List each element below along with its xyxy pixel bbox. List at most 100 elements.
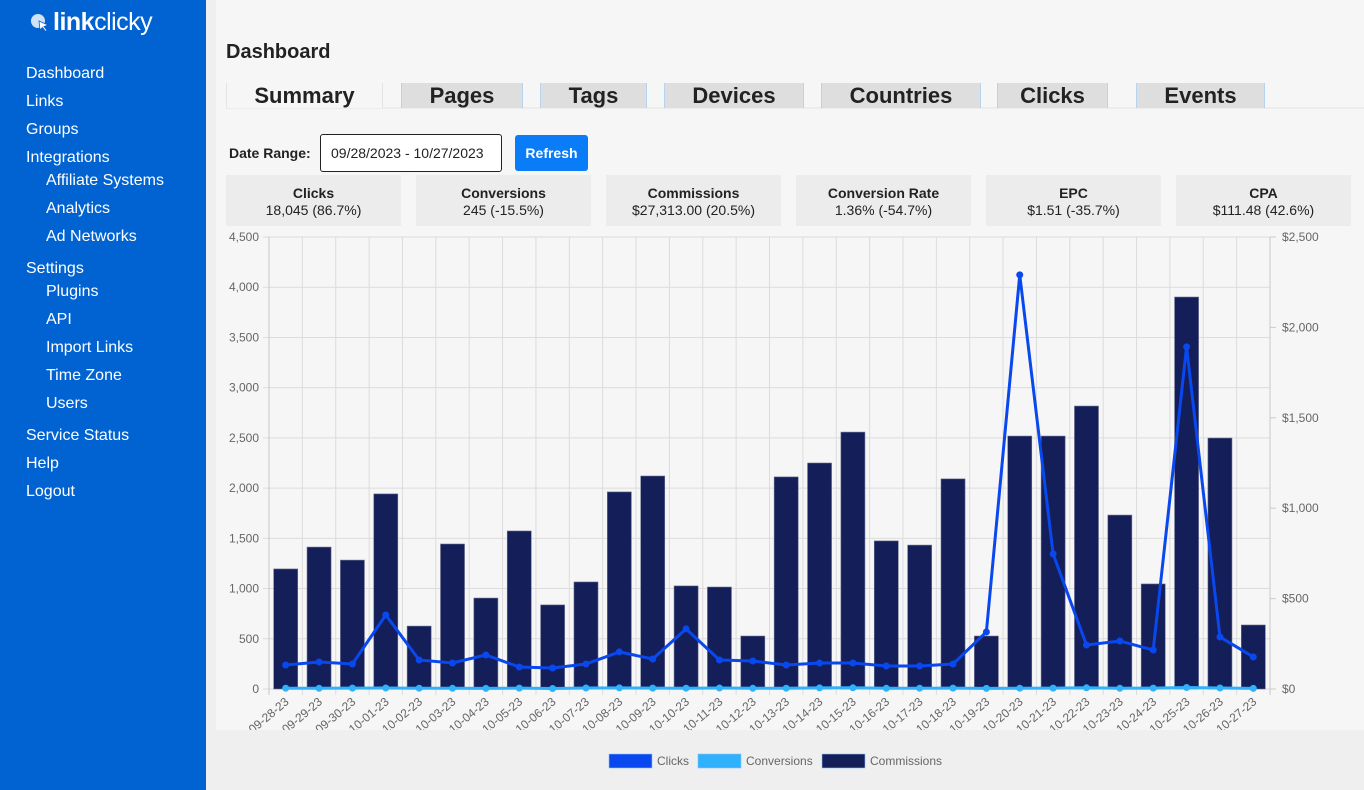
clicks-point xyxy=(1216,633,1224,641)
logo-text-regular: clicky xyxy=(94,8,153,36)
conversions-point xyxy=(949,684,957,692)
clicks-point xyxy=(782,661,790,669)
clicks-point xyxy=(1116,637,1124,645)
tab-devices[interactable]: Devices xyxy=(664,83,804,108)
legend-label-conversions[interactable]: Conversions xyxy=(746,754,813,768)
sidebar-item-service-status[interactable]: Service Status xyxy=(26,426,164,454)
conversions-point xyxy=(1082,684,1090,692)
conversions-point xyxy=(615,684,623,692)
clicks-point xyxy=(482,651,490,659)
refresh-button[interactable]: Refresh xyxy=(515,135,588,171)
commissions-bar xyxy=(440,543,465,690)
clicks-point xyxy=(582,660,590,668)
conversions-point xyxy=(282,684,290,692)
conversions-point xyxy=(916,684,924,692)
sidebar-item-settings[interactable]: Settings xyxy=(26,259,164,282)
stat-label: CPA xyxy=(1249,185,1278,201)
y-right-tick-label: $0 xyxy=(1282,682,1296,696)
y-left-tick-label: 3,000 xyxy=(229,381,259,395)
legend-swatch-conversions[interactable] xyxy=(697,753,742,769)
y-left-tick-label: 4,000 xyxy=(229,280,259,294)
legend-label-commissions[interactable]: Commissions xyxy=(870,754,942,768)
commissions-bar xyxy=(707,586,732,690)
y-right-tick-label: $1,500 xyxy=(1282,411,1319,425)
conversions-point xyxy=(1116,684,1124,692)
sidebar-item-ad-networks[interactable]: Ad Networks xyxy=(26,227,164,255)
tab-events[interactable]: Events xyxy=(1136,83,1265,108)
tab-pages[interactable]: Pages xyxy=(401,83,523,108)
y-left-tick-label: 4,500 xyxy=(229,230,259,244)
legend-label-clicks[interactable]: Clicks xyxy=(657,754,689,768)
clicks-point xyxy=(749,657,757,665)
sidebar-item-affiliate-systems[interactable]: Affiliate Systems xyxy=(26,171,164,199)
stat-card-conversion-rate: Conversion Rate 1.36% (-54.7%) xyxy=(796,175,971,226)
conversions-point xyxy=(1183,683,1191,691)
stat-label: Commissions xyxy=(647,185,740,201)
commissions-bar xyxy=(1007,435,1033,690)
clicks-point xyxy=(1249,653,1257,661)
y-left-tick-label: 1,000 xyxy=(229,582,259,596)
sidebar-item-logout[interactable]: Logout xyxy=(26,482,164,510)
sidebar-item-import-links[interactable]: Import Links xyxy=(26,338,164,366)
commissions-bar xyxy=(540,604,565,690)
conversions-point xyxy=(749,684,757,692)
legend-swatch-clicks[interactable] xyxy=(608,753,653,769)
tab-summary[interactable]: Summary xyxy=(226,83,383,108)
clicks-point xyxy=(682,625,690,633)
tab-clicks[interactable]: Clicks xyxy=(997,83,1108,108)
clicks-point xyxy=(315,658,323,666)
sidebar-item-help[interactable]: Help xyxy=(26,454,164,482)
logo-text-bold: link xyxy=(53,8,95,36)
clicks-point xyxy=(816,659,824,667)
commissions-bar xyxy=(607,491,632,690)
stat-value: 18,045 (86.7%) xyxy=(265,202,362,218)
clicks-point xyxy=(415,656,423,664)
tab-countries[interactable]: Countries xyxy=(821,83,981,108)
y-left-tick-label: 3,500 xyxy=(229,330,259,344)
stat-value: $1.51 (-35.7%) xyxy=(1027,202,1120,218)
sidebar-item-plugins[interactable]: Plugins xyxy=(26,282,164,310)
clicks-point xyxy=(615,648,623,656)
y-right-tick-label: $2,500 xyxy=(1282,230,1319,244)
clicks-point xyxy=(1183,343,1191,351)
sidebar: linkclicky Dashboard Links Groups Integr… xyxy=(0,0,206,790)
clicks-point xyxy=(382,611,390,619)
conversions-point xyxy=(415,684,423,692)
clicks-point xyxy=(1016,271,1024,279)
conversions-point xyxy=(649,684,657,692)
stat-card-clicks: Clicks 18,045 (86.7%) xyxy=(226,175,401,226)
y-left-tick-label: 500 xyxy=(239,632,259,646)
conversions-point xyxy=(549,684,557,692)
y-right-tick-label: $2,000 xyxy=(1282,320,1319,334)
sidebar-item-groups[interactable]: Groups xyxy=(26,120,164,148)
sidebar-item-api[interactable]: API xyxy=(26,310,164,338)
sidebar-item-dashboard[interactable]: Dashboard xyxy=(26,64,164,92)
tab-bar: Summary Pages Tags Devices Countries Cli… xyxy=(226,83,1364,109)
stat-card-epc: EPC $1.51 (-35.7%) xyxy=(986,175,1161,226)
tab-tags[interactable]: Tags xyxy=(540,83,647,108)
stat-value: $27,313.00 (20.5%) xyxy=(632,202,755,218)
sidebar-item-integrations[interactable]: Integrations xyxy=(26,148,164,171)
sidebar-item-links[interactable]: Links xyxy=(26,92,164,120)
date-range-input[interactable] xyxy=(320,134,502,172)
clicks-point xyxy=(649,655,657,663)
sidebar-item-time-zone[interactable]: Time Zone xyxy=(26,366,164,394)
y-left-tick-label: 0 xyxy=(252,682,259,696)
conversions-point xyxy=(782,684,790,692)
sidebar-item-users[interactable]: Users xyxy=(26,394,164,422)
clicks-point xyxy=(916,662,924,670)
sidebar-item-analytics[interactable]: Analytics xyxy=(26,199,164,227)
clicks-point xyxy=(348,660,356,668)
conversions-point xyxy=(1216,684,1224,692)
clicks-point xyxy=(982,628,990,636)
legend-swatch-commissions[interactable] xyxy=(821,753,866,769)
stat-card-conversions: Conversions 245 (-15.5%) xyxy=(416,175,591,226)
conversions-point xyxy=(315,684,323,692)
conversions-point xyxy=(449,684,457,692)
commissions-bar xyxy=(807,462,832,690)
logo[interactable]: linkclicky xyxy=(30,8,153,37)
y-left-tick-label: 2,000 xyxy=(229,481,259,495)
date-range-label: Date Range: xyxy=(229,145,311,161)
conversions-point xyxy=(515,684,523,692)
commissions-bar xyxy=(840,431,866,690)
